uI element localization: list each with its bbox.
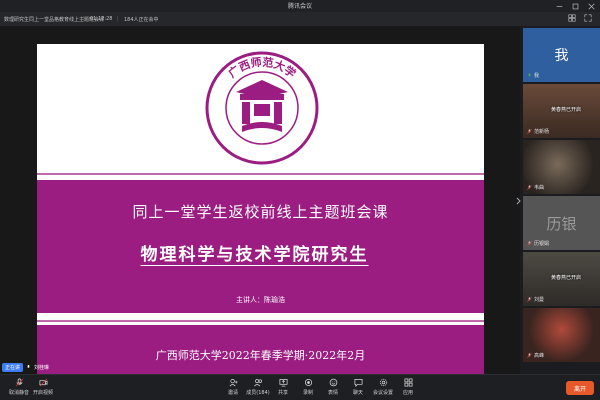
- shared-screen: 广西师范大学 同上一堂学生返校前线上主题班会课 物理科学与技术学院研究生 主讲人…: [0, 26, 520, 377]
- mic-off-icon: [527, 241, 532, 246]
- fullscreen-button[interactable]: [584, 14, 592, 24]
- apps-label: 应用: [402, 390, 413, 396]
- participant-name: 韦曲: [534, 185, 545, 191]
- collapse-panel-button[interactable]: [514, 194, 522, 208]
- start-video-label: 开启视频: [32, 390, 53, 396]
- record-label: 录制: [302, 390, 313, 396]
- active-speaker: 正在讲 刘桂琳: [2, 362, 49, 372]
- participant-status: 黄春燕已开启: [551, 107, 582, 113]
- info-separator: |: [117, 16, 119, 22]
- invite-label: 邀请: [227, 390, 238, 396]
- slide-title-line2: 物理科学与技术学院研究生: [140, 245, 369, 265]
- participant-name: 范新杨: [534, 129, 550, 135]
- mic-off-icon: [15, 378, 23, 387]
- meeting-topic[interactable]: 数理研究生同上一堂品格教育线上主题班会课: [4, 16, 104, 23]
- participant-name: 高峰: [534, 353, 545, 359]
- reactions-label: 表情: [327, 390, 338, 396]
- slide-title-line1: 同上一堂学生返校前线上主题班会课: [132, 203, 389, 221]
- presentation-slide: 广西师范大学 同上一堂学生返校前线上主题班会课 物理科学与技术学院研究生 主讲人…: [37, 44, 484, 377]
- fullscreen-icon: [584, 14, 592, 22]
- info-separator: |: [83, 16, 85, 22]
- mic-off-icon: [527, 353, 532, 358]
- layout-button[interactable]: [568, 14, 576, 24]
- participant-tile[interactable]: 黄春燕已开启 刘曼: [523, 252, 600, 306]
- participant-tile[interactable]: 韦曲: [523, 140, 600, 194]
- participant-status: 黄春燕已开启: [551, 275, 582, 281]
- settings-label: 会议设置: [372, 390, 393, 396]
- meeting-duration: 01:12:28: [90, 16, 113, 22]
- mic-off-icon: [527, 185, 532, 190]
- chat-icon: [354, 378, 362, 387]
- mic-on-icon: [528, 73, 531, 77]
- close-icon: [587, 2, 595, 10]
- add-user-icon: [229, 378, 238, 387]
- participant-tile-me[interactable]: 我 我: [523, 28, 600, 82]
- meeting-info-bar: 数理研究生同上一堂品格教育线上主题班会课 | 01:12:28 | 184人正在…: [0, 12, 600, 26]
- grid-icon: [568, 14, 576, 22]
- record-icon: [304, 378, 312, 387]
- start-video-button[interactable]: 开启视频: [28, 378, 58, 398]
- mic-off-icon: [527, 129, 532, 134]
- camera-off-icon: [39, 378, 47, 387]
- unmute-label: 取消静音: [8, 390, 29, 396]
- apps-button[interactable]: 应用: [393, 378, 423, 398]
- slide-speaker: 主讲人：陈瑜浩: [236, 296, 285, 304]
- speaker-name: 刘桂琳: [34, 364, 50, 371]
- university-logo: 广西师范大学: [205, 51, 319, 165]
- speaking-badge: 正在讲: [2, 362, 24, 372]
- emoji-icon: [329, 378, 337, 387]
- mic-off-icon: [527, 297, 532, 302]
- mic-icon: [27, 364, 30, 368]
- participant-tile[interactable]: 黄春燕已开启 范新杨: [523, 84, 600, 138]
- meeting-toolbar: 取消静音 开启视频 邀请 成员(184) 共享 录制 表情 聊天 会议设置 应用…: [0, 374, 600, 400]
- title-bar: 腾讯会议: [0, 0, 600, 12]
- participant-tile[interactable]: 高峰: [523, 308, 600, 362]
- gear-icon: [379, 378, 387, 387]
- minimize-button[interactable]: [554, 1, 564, 11]
- participant-tile[interactable]: 历银 历银娟: [523, 196, 600, 250]
- participant-list: 我 我 黄春燕已开启 范新杨 韦曲 历银 历银娟 黄春燕已开启 刘曼 高峰: [523, 26, 600, 374]
- close-button[interactable]: [586, 1, 596, 11]
- share-screen-icon: [279, 378, 287, 387]
- maximize-button[interactable]: [570, 1, 580, 11]
- chevron-right-icon: [516, 197, 521, 205]
- participant-count: 184人正在会中: [124, 17, 159, 23]
- participant-name: 我: [534, 73, 540, 79]
- chat-label: 聊天: [352, 390, 363, 396]
- slide-footer: 广西师范大学2022年春季学期·2022年2月: [155, 349, 366, 362]
- slide-divider: [37, 173, 484, 175]
- share-label: 共享: [277, 390, 288, 396]
- members-icon: [253, 379, 262, 387]
- window-title: 腾讯会议: [287, 3, 312, 10]
- participant-name: 历银娟: [534, 241, 550, 247]
- slide-divider: [37, 320, 484, 322]
- meeting-window: 腾讯会议 数理研究生同上一堂品格教育线上主题班会课 | 01:12:28 | 1…: [0, 0, 600, 400]
- minimize-icon: [556, 5, 562, 7]
- maximize-icon: [572, 3, 578, 9]
- participant-name: 刘曼: [534, 297, 545, 303]
- leave-meeting-button[interactable]: 离开: [566, 381, 594, 395]
- apps-icon: [404, 378, 412, 387]
- members-label: 成员(184): [246, 390, 270, 396]
